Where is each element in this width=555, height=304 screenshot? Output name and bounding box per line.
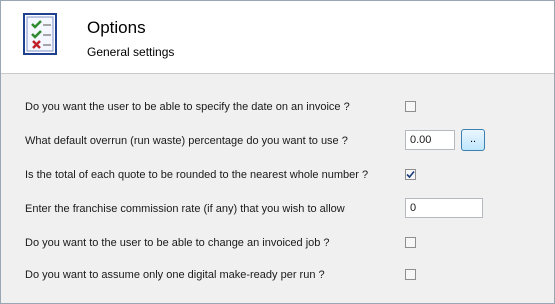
setting-row-make-ready: Do you want to assume only one digital m… — [1, 264, 554, 288]
change-invoiced-job-checkbox[interactable] — [405, 237, 416, 248]
commission-rate-input[interactable]: 0 — [405, 198, 483, 218]
setting-row-overrun: What default overrun (run waste) percent… — [1, 129, 554, 154]
header-panel: Options General settings — [1, 1, 554, 74]
invoice-date-checkbox[interactable] — [405, 101, 416, 112]
setting-label: Do you want the user to be able to speci… — [25, 101, 350, 113]
overrun-browse-button[interactable]: .. — [461, 129, 485, 151]
setting-label: Do you want to assume only one digital m… — [25, 269, 325, 281]
setting-row-rounding: Is the total of each quote to be rounded… — [1, 164, 554, 188]
setting-row-commission: Enter the franchise commission rate (if … — [1, 198, 554, 222]
setting-label: Enter the franchise commission rate (if … — [25, 203, 345, 215]
page-title: Options — [87, 18, 146, 37]
checkmark-icon — [406, 170, 415, 179]
setting-label: Is the total of each quote to be rounded… — [25, 169, 369, 181]
single-make-ready-checkbox[interactable] — [405, 269, 416, 280]
round-quote-checkbox[interactable] — [405, 169, 416, 180]
setting-label: What default overrun (run waste) percent… — [25, 135, 348, 147]
settings-list: Do you want the user to be able to speci… — [1, 74, 554, 303]
overrun-percentage-input[interactable]: 0.00 — [405, 130, 455, 150]
options-window: Options General settings Do you want the… — [0, 0, 555, 304]
setting-label: Do you want to the user to be able to ch… — [25, 237, 330, 249]
setting-row-invoice-date: Do you want the user to be able to speci… — [1, 96, 554, 120]
setting-row-change-invoiced: Do you want to the user to be able to ch… — [1, 232, 554, 256]
checklist-icon — [23, 13, 57, 55]
page-subtitle: General settings — [87, 45, 175, 59]
